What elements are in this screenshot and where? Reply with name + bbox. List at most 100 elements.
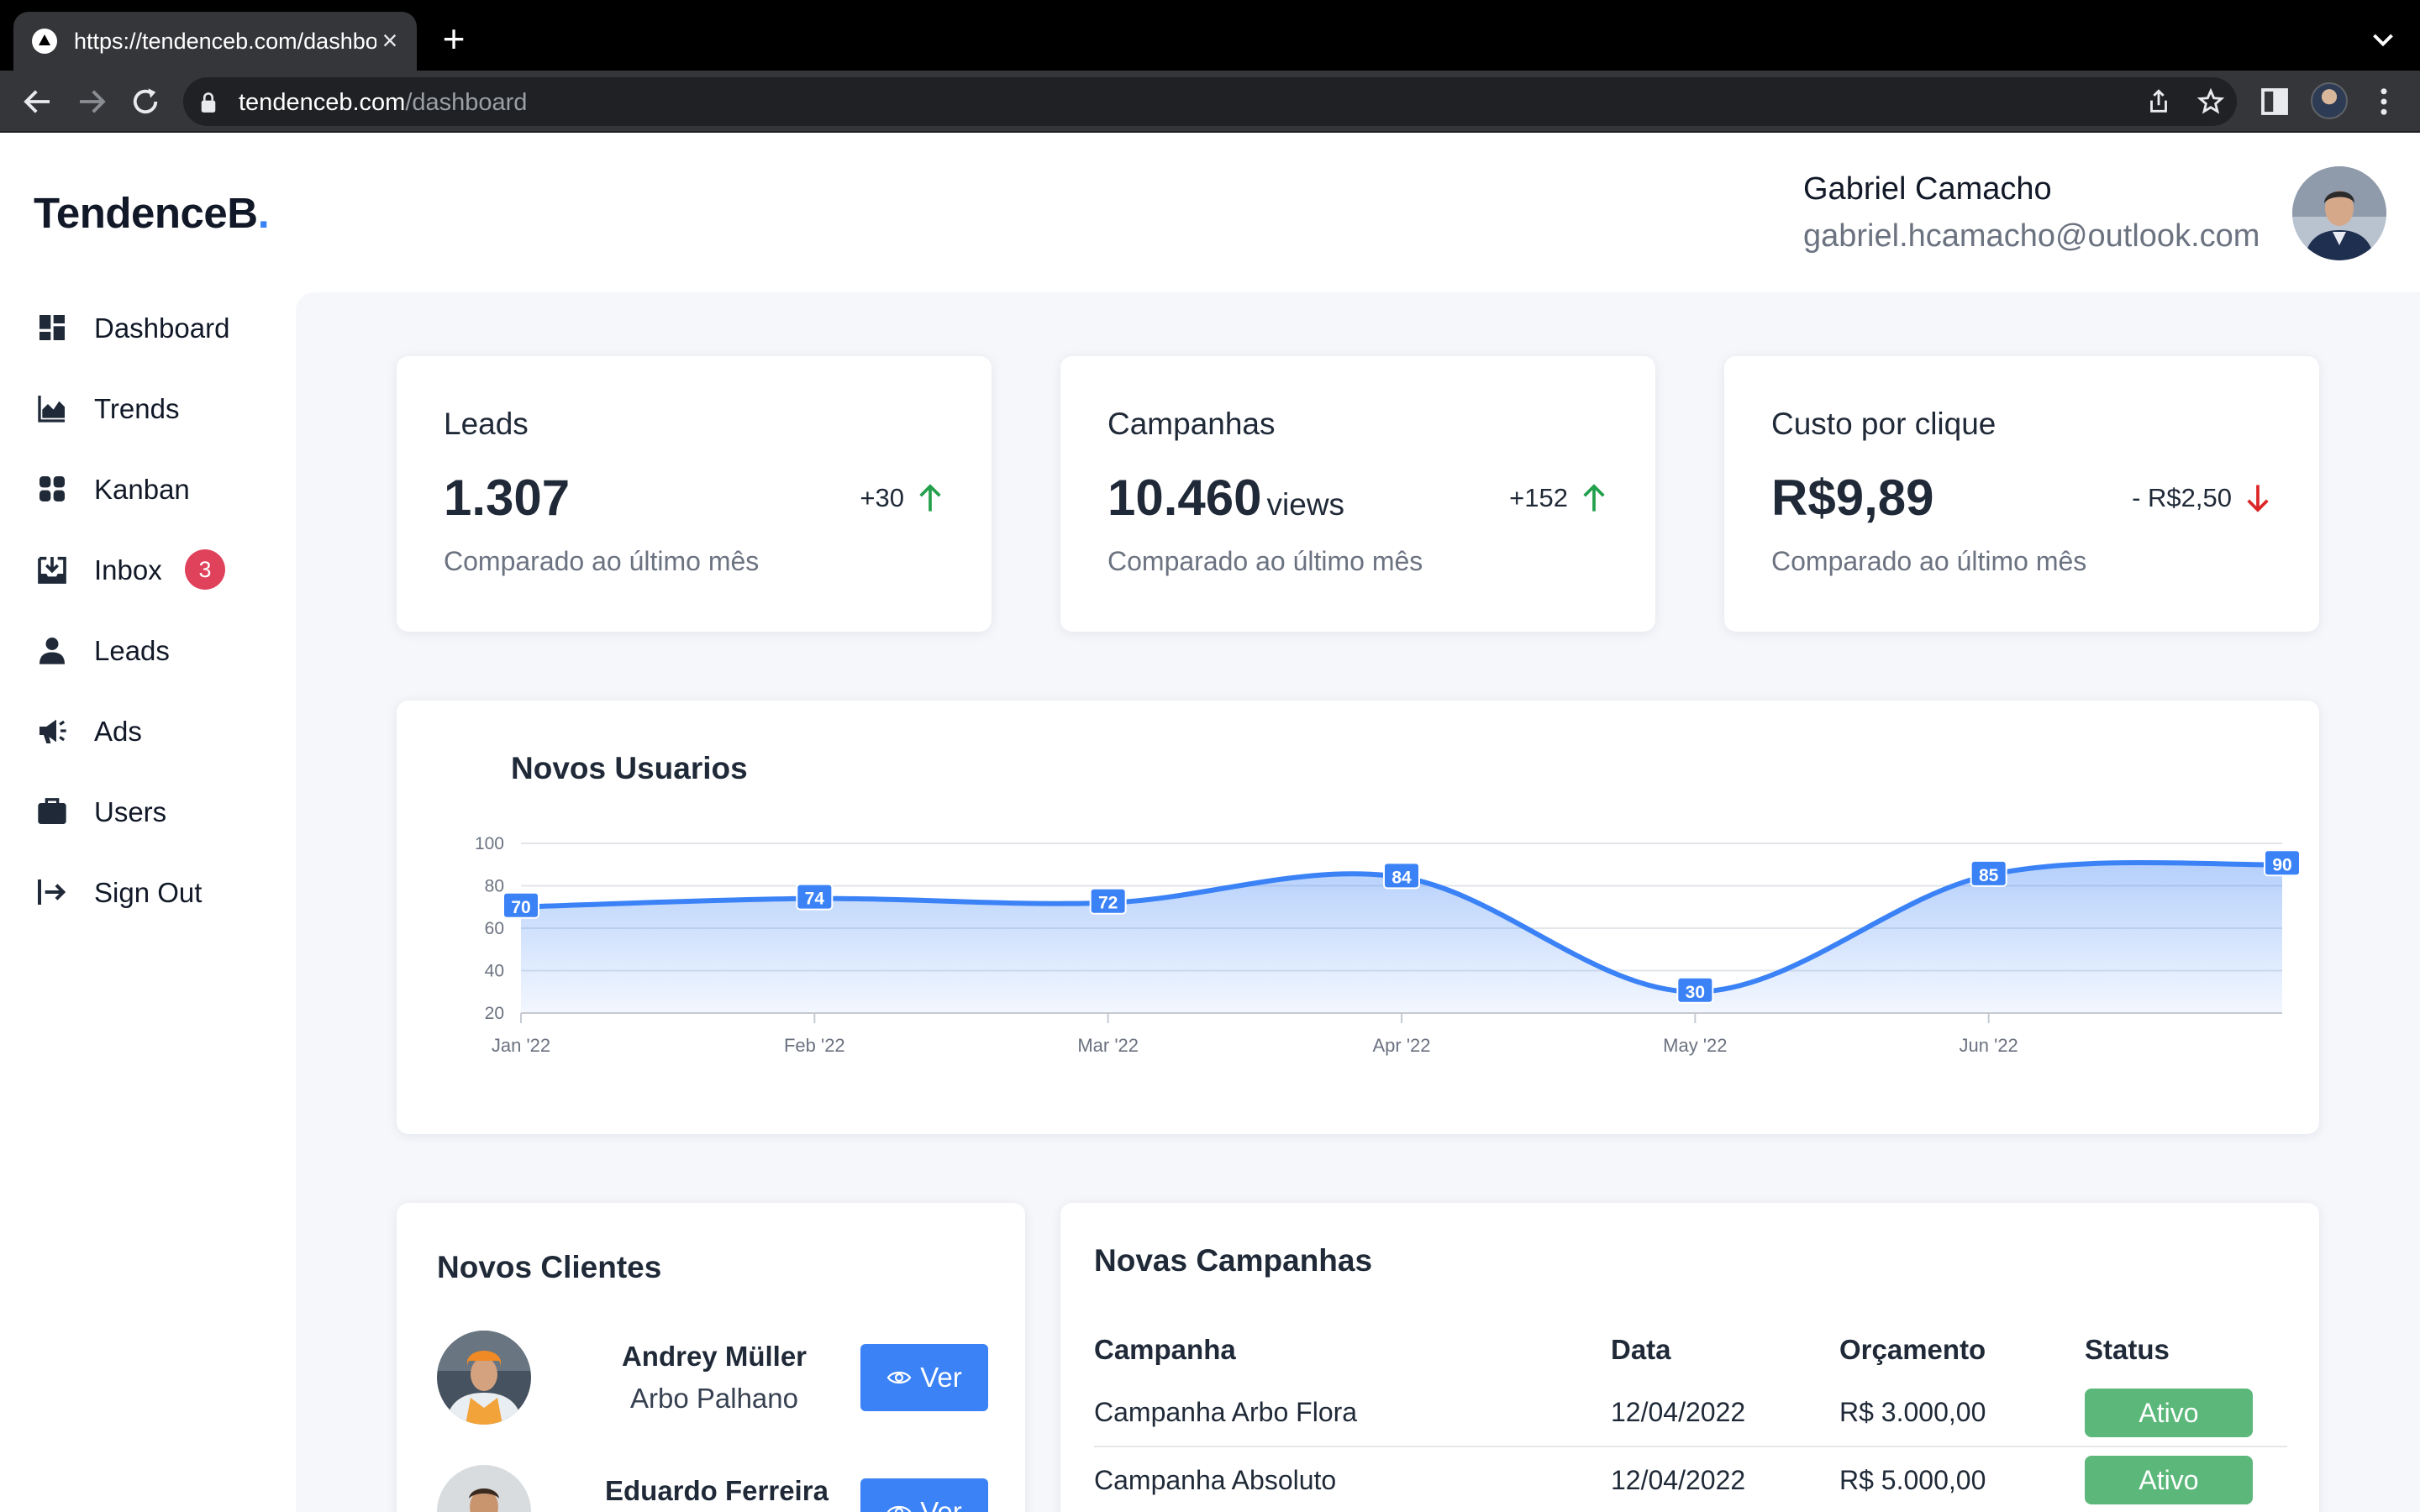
main-content: Leads 1.307 +30 Comparado ao último mês … xyxy=(296,292,2420,1512)
side-panel-icon[interactable] xyxy=(2257,84,2292,119)
campaign-budget: R$ 5.000,00 xyxy=(1839,1446,2085,1512)
sidebar-item-label: Inbox xyxy=(94,554,162,585)
share-icon[interactable] xyxy=(2144,87,2173,116)
data-label: 30 xyxy=(1686,983,1705,1002)
eye-icon xyxy=(886,1505,912,1512)
bookmark-star-icon[interactable] xyxy=(2196,87,2225,116)
sidebar-item-sign-out[interactable]: Sign Out xyxy=(35,865,287,916)
sidebar-item-leads[interactable]: Leads xyxy=(35,623,287,674)
x-tick-label: Jan '22 xyxy=(492,1035,550,1056)
sidebar-item-dashboard[interactable]: Dashboard xyxy=(35,301,287,351)
tab-search-chevron-icon[interactable] xyxy=(2368,25,2398,55)
column-header-campanha[interactable]: Campanha xyxy=(1094,1320,1611,1379)
stat-unit: views xyxy=(1266,487,1345,522)
column-header-data[interactable]: Data xyxy=(1611,1320,1839,1379)
data-label: 90 xyxy=(2272,855,2291,874)
address-bar[interactable]: tendenceb.com/dashboard xyxy=(183,77,2237,126)
sidebar-item-users[interactable]: Users xyxy=(35,785,287,835)
campaign-date: 12/04/2022 xyxy=(1611,1379,1839,1447)
sidebar-item-label: Trends xyxy=(94,393,180,424)
stat-card-custo-por-clique: Custo por clique R$9,89 - R$2,50 Compara… xyxy=(1724,356,2319,632)
client-name: Eduardo Ferreira xyxy=(605,1475,829,1506)
stat-value: 10.460 views xyxy=(1107,469,1344,527)
arrow-down-icon xyxy=(2247,485,2269,512)
data-label: 74 xyxy=(805,890,825,909)
stat-delta: +152 xyxy=(1509,482,1608,514)
stat-card-campanhas: Campanhas 10.460 views +152 Comparado ao … xyxy=(1060,356,1655,632)
novas-campanhas-card: Novas Campanhas Campanha Data Orçamento … xyxy=(1060,1203,2319,1512)
area-chart-icon xyxy=(38,396,65,423)
table-header-row: Campanha Data Orçamento Status xyxy=(1094,1320,2287,1379)
view-client-button[interactable]: Ver xyxy=(860,1344,988,1411)
more-menu-icon[interactable] xyxy=(2366,84,2402,119)
stat-number: 1.307 xyxy=(444,470,571,526)
briefcase-icon xyxy=(38,798,66,824)
sidebar-item-kanban[interactable]: Kanban xyxy=(35,462,287,512)
browser-tab[interactable]: https://tendenceb.com/dashboard × xyxy=(13,12,417,71)
column-header-status[interactable]: Status xyxy=(2085,1320,2287,1379)
app-logo[interactable]: TendenceB. xyxy=(34,188,270,238)
megaphone-icon xyxy=(39,719,66,743)
status-badge: Ativo xyxy=(2085,1388,2253,1437)
sidebar-item-label: Leads xyxy=(94,635,170,666)
table-row[interactable]: Campanha Arbo Flora 12/04/2022 R$ 3.000,… xyxy=(1094,1379,2287,1447)
x-tick-label: Mar '22 xyxy=(1077,1035,1139,1056)
dashboard-page: TendenceB. Gabriel Camacho gabriel.hcama… xyxy=(0,133,2420,1512)
view-button-label: Ver xyxy=(920,1362,962,1393)
column-header-orcamento[interactable]: Orçamento xyxy=(1839,1320,2085,1379)
stat-delta: - R$2,50 xyxy=(2132,482,2272,514)
sidebar-item-trends[interactable]: Trends xyxy=(35,381,287,432)
view-client-button[interactable]: Ver xyxy=(860,1478,988,1512)
x-tick-label: May '22 xyxy=(1663,1035,1727,1056)
eye-icon xyxy=(886,1371,912,1384)
stat-number: R$9,89 xyxy=(1771,470,1934,526)
stat-subtitle: Comparado ao último mês xyxy=(1107,546,1423,576)
y-tick-label: 100 xyxy=(475,834,504,853)
campaign-date: 12/04/2022 xyxy=(1611,1446,1839,1512)
lock-icon[interactable] xyxy=(198,92,218,113)
arrow-up-icon xyxy=(1583,484,1605,512)
stat-number: 10.460 xyxy=(1107,470,1262,526)
sidebar-item-label: Kanban xyxy=(94,474,190,505)
back-arrow-icon[interactable] xyxy=(20,84,55,119)
url-path: /dashboard xyxy=(405,89,528,116)
x-tick-label: Apr '22 xyxy=(1372,1035,1430,1056)
sidebar-item-ads[interactable]: Ads xyxy=(35,704,287,754)
browser-tab-bar: https://tendenceb.com/dashboard × + xyxy=(0,0,2420,71)
tab-close-icon[interactable]: × xyxy=(375,25,405,55)
table-row[interactable]: Campanha Absoluto 12/04/2022 R$ 5.000,00… xyxy=(1094,1446,2287,1512)
campaigns-title: Novas Campanhas xyxy=(1094,1243,1373,1278)
stat-delta-value: +30 xyxy=(860,483,904,512)
campaign-name: Campanha Arbo Flora xyxy=(1094,1379,1611,1447)
client-row: Eduardo Ferreira Ver xyxy=(437,1465,992,1512)
logo-text: TendenceB xyxy=(34,189,258,237)
tab-title: https://tendenceb.com/dashboard xyxy=(74,29,376,54)
favicon-icon xyxy=(32,29,57,54)
forward-arrow-icon[interactable] xyxy=(74,84,109,119)
browser-profile-avatar[interactable] xyxy=(2311,82,2348,119)
person-icon xyxy=(39,638,65,664)
y-tick-label: 20 xyxy=(485,1004,504,1023)
campaign-name: Campanha Absoluto xyxy=(1094,1446,1611,1512)
new-tab-icon[interactable]: + xyxy=(437,19,471,58)
inbox-icon xyxy=(38,556,66,584)
client-name: Andrey Müller xyxy=(621,1341,808,1372)
sidebar-item-inbox[interactable]: Inbox 3 xyxy=(35,543,287,593)
grid-icon xyxy=(39,476,65,501)
user-avatar[interactable] xyxy=(2292,166,2386,260)
campaign-status-cell: Ativo xyxy=(2085,1379,2287,1447)
arrow-up-icon xyxy=(919,484,941,512)
data-label: 70 xyxy=(511,898,530,917)
sidebar-item-label: Sign Out xyxy=(94,877,203,908)
client-company: Arbo Palhano xyxy=(630,1383,798,1414)
stat-title: Leads xyxy=(444,407,529,441)
data-label: 72 xyxy=(1098,894,1118,913)
x-tick-label: Jun '22 xyxy=(1960,1035,2018,1056)
url-domain: tendenceb.com xyxy=(239,89,406,116)
reload-icon[interactable] xyxy=(128,84,163,119)
data-label: 85 xyxy=(1979,866,1999,885)
inbox-count-badge: 3 xyxy=(185,549,225,590)
campaign-status-cell: Ativo xyxy=(2085,1446,2287,1512)
y-tick-label: 60 xyxy=(485,919,504,938)
campaigns-table: Campanha Data Orçamento Status Campanha … xyxy=(1094,1320,2287,1512)
